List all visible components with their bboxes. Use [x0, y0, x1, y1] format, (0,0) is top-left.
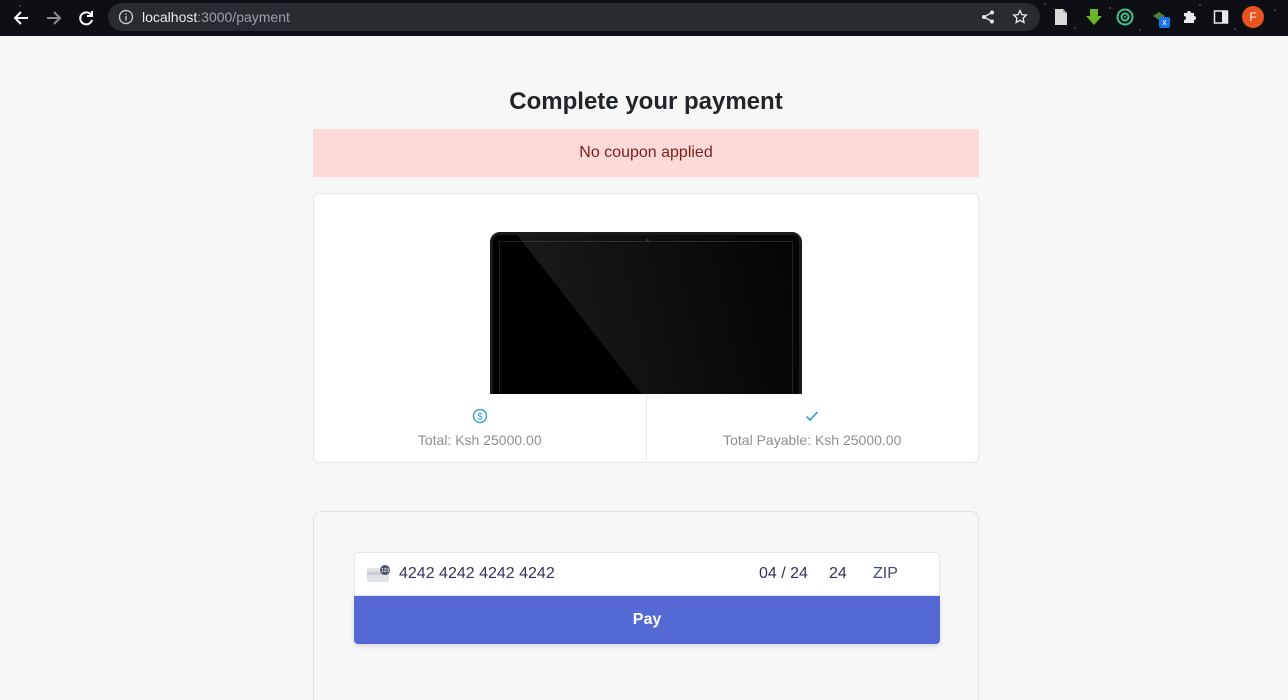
forward-button[interactable]	[40, 4, 68, 32]
check-icon	[806, 411, 819, 422]
coupon-alert: No coupon applied	[313, 129, 979, 177]
reload-button[interactable]	[72, 4, 100, 32]
card-zip-field[interactable]: ZIP	[873, 565, 898, 583]
document-icon	[1055, 9, 1067, 25]
svg-text:123: 123	[381, 568, 390, 574]
product-card: $ Total: Ksh 25000.00 Total Payable: Ksh…	[313, 193, 979, 463]
url-host: localhost	[142, 9, 198, 25]
side-panel-icon	[1213, 10, 1229, 24]
price-summary: $ Total: Ksh 25000.00 Total Payable: Ksh…	[314, 394, 978, 462]
total-label: Total: Ksh 25000.00	[417, 432, 542, 448]
pay-button[interactable]: Pay	[354, 596, 940, 644]
laptop-image	[490, 232, 802, 394]
payable-stat: Total Payable: Ksh 25000.00	[645, 394, 979, 462]
card-expiry-field[interactable]: 04 / 24	[759, 565, 808, 583]
extension-doc[interactable]	[1051, 7, 1071, 27]
svg-text:$: $	[477, 411, 482, 421]
card-cvc-field[interactable]: 24	[829, 565, 847, 583]
payment-form: 123 4242 4242 4242 4242 04 / 24 24 ZIP P…	[313, 511, 979, 700]
extension-target[interactable]	[1115, 7, 1135, 27]
total-stat: $ Total: Ksh 25000.00	[314, 394, 646, 462]
extension-badge-count: x	[1159, 17, 1170, 28]
profile-avatar[interactable]: F	[1242, 6, 1264, 28]
site-info-icon[interactable]	[118, 9, 134, 25]
url-path: :3000/payment	[197, 9, 290, 25]
star-icon	[1012, 9, 1028, 24]
laptop-camera	[646, 239, 649, 242]
product-image	[314, 194, 978, 394]
url-text[interactable]: localhost:3000/payment	[142, 9, 290, 25]
back-arrow-icon	[13, 11, 28, 25]
payable-label: Total Payable: Ksh 25000.00	[723, 432, 902, 448]
extensions-menu[interactable]	[1180, 7, 1200, 27]
reload-icon	[79, 11, 93, 26]
credit-card-icon: 123	[367, 565, 390, 582]
download-arrow-icon	[1086, 9, 1102, 25]
extension-badge[interactable]: x	[1149, 7, 1170, 28]
share-button[interactable]	[979, 8, 997, 26]
browser-toolbar: localhost:3000/payment x F	[0, 0, 1288, 36]
target-icon	[1116, 8, 1134, 26]
address-bar[interactable]: localhost:3000/payment	[108, 3, 1040, 31]
puzzle-icon	[1184, 11, 1196, 23]
card-element[interactable]: 123 4242 4242 4242 4242 04 / 24 24 ZIP	[354, 552, 940, 596]
share-icon	[982, 10, 994, 24]
page-title: Complete your payment	[509, 88, 783, 115]
side-panel-button[interactable]	[1211, 7, 1231, 27]
bookmark-button[interactable]	[1011, 8, 1029, 26]
extension-download[interactable]	[1084, 7, 1104, 27]
forward-arrow-icon	[47, 11, 62, 25]
dollar-circle-icon: $	[472, 408, 487, 424]
card-number-field[interactable]: 4242 4242 4242 4242	[399, 565, 555, 583]
back-button[interactable]	[7, 4, 35, 32]
